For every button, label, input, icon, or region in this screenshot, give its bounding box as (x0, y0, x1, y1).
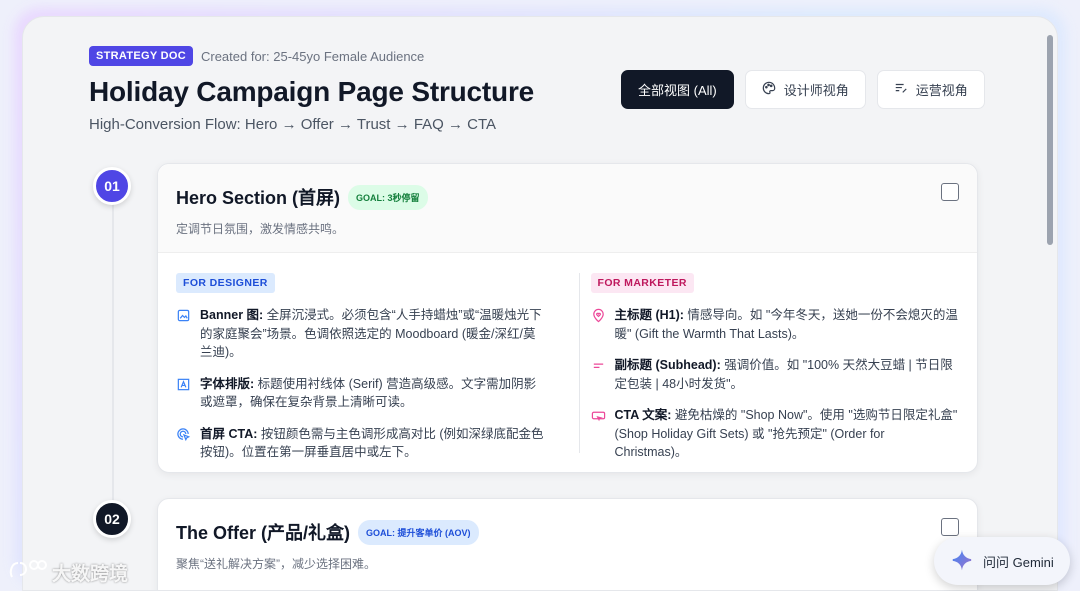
list-item: 首屏 CTA: 按钮颜色需与主色调形成高对比 (例如深绿底配金色按钮)。位置在第… (176, 425, 545, 462)
card-header: The Offer (产品/礼盒) GOAL: 提升客单价 (AOV) 聚焦“送… (158, 499, 977, 588)
view-all-button[interactable]: 全部视图 (All) (621, 70, 734, 109)
strategy-doc-badge: STRATEGY DOC (89, 46, 193, 66)
step-number-01: 01 (93, 167, 131, 205)
card-header: Hero Section (首屏) GOAL: 3秒停留 定调节日氛围，激发情感… (158, 164, 977, 253)
view-switcher: 全部视图 (All) 设计师视角 运营视角 (621, 70, 985, 109)
section-checkbox[interactable] (941, 518, 959, 536)
goal-badge: GOAL: 3秒停留 (348, 184, 428, 210)
view-designer-button[interactable]: 设计师视角 (744, 70, 866, 109)
gemini-label: 问问 Gemini (983, 554, 1054, 570)
gemini-sparkle-icon (951, 549, 973, 574)
designer-column: FOR DESIGNER Banner 图: 全屏沉浸式。必须包含“人手持蜡烛”… (176, 273, 545, 462)
watermark-logo-icon (8, 557, 48, 587)
list-item: 副标题 (Subhead): 强调价值。如 "100% 天然大豆蜡 | 节日限定… (591, 356, 960, 393)
click-target-icon (176, 425, 192, 462)
button-icon (591, 406, 607, 462)
watermark: 大数跨境 (8, 557, 128, 587)
list-item: Banner 图: 全屏沉浸式。必须包含“人手持蜡烛”或“温暖烛光下的家庭聚会”… (176, 306, 545, 362)
list-item: 字体排版: 标题使用衬线体 (Serif) 营造高级感。文字需加阴影或遮罩，确保… (176, 375, 545, 412)
text-frame-icon (176, 375, 192, 412)
view-all-label: 全部视图 (All) (638, 83, 717, 98)
item-label: 副标题 (Subhead): (614, 358, 721, 372)
scrollbar-thumb[interactable] (1047, 35, 1053, 245)
item-label: CTA 文案: (614, 408, 672, 422)
ask-gemini-button[interactable]: 问问 Gemini (934, 537, 1070, 585)
item-label: Banner 图: (200, 308, 264, 322)
section-checkbox[interactable] (941, 183, 959, 201)
card-body: FOR DESIGNER Banner 图: 全屏沉浸式。必须包含“人手持蜡烛”… (158, 253, 977, 462)
item-label: 首屏 CTA: (200, 426, 258, 441)
designer-role-badge: FOR DESIGNER (176, 273, 275, 293)
goal-badge: GOAL: 提升客单价 (AOV) (358, 519, 479, 545)
item-label: 主标题 (H1): (614, 308, 684, 322)
list-item: CTA 文案: 避免枯燥的 "Shop Now"。使用 "选购节日限定礼盒" (… (591, 406, 960, 462)
section-description: 聚焦“送礼解决方案”，减少选择困难。 (176, 557, 376, 571)
section-card-offer: The Offer (产品/礼盒) GOAL: 提升客单价 (AOV) 聚焦“送… (157, 498, 978, 590)
page-subtitle: High-Conversion Flow: Hero → Offer → Tru… (89, 116, 497, 133)
view-marketer-label: 运营视角 (915, 83, 968, 98)
section-description: 定调节日氛围，激发情感共鸣。 (176, 222, 345, 236)
section-card-hero: Hero Section (首屏) GOAL: 3秒停留 定调节日氛围，激发情感… (157, 163, 978, 473)
watermark-text: 大数跨境 (52, 563, 129, 585)
image-icon (176, 306, 192, 362)
audience-text: Created for: 25-45yo Female Audience (200, 48, 425, 64)
step-number-02: 02 (93, 500, 131, 538)
short-lines-icon (591, 356, 607, 393)
heart-pin-icon (591, 306, 607, 343)
column-divider (579, 273, 580, 453)
section-title: The Offer (产品/礼盒) (176, 523, 350, 543)
edit-lines-icon (894, 81, 908, 98)
list-item: 主标题 (H1): 情感导向。如 "今年冬天，送她一份不会熄灭的温暖" (Gif… (591, 306, 960, 343)
marketer-role-badge: FOR MARKETER (590, 273, 694, 293)
timeline-line (112, 202, 114, 532)
view-designer-label: 设计师视角 (783, 83, 849, 98)
document-frame: STRATEGY DOC Created for: 25-45yo Female… (22, 16, 1058, 591)
marketer-column: FOR MARKETER 主标题 (H1): 情感导向。如 "今年冬天，送她一份… (590, 273, 960, 462)
palette-icon (762, 81, 776, 98)
section-title: Hero Section (首屏) (176, 188, 341, 208)
view-marketer-button[interactable]: 运营视角 (876, 70, 985, 109)
item-label: 字体排版: (200, 376, 255, 391)
